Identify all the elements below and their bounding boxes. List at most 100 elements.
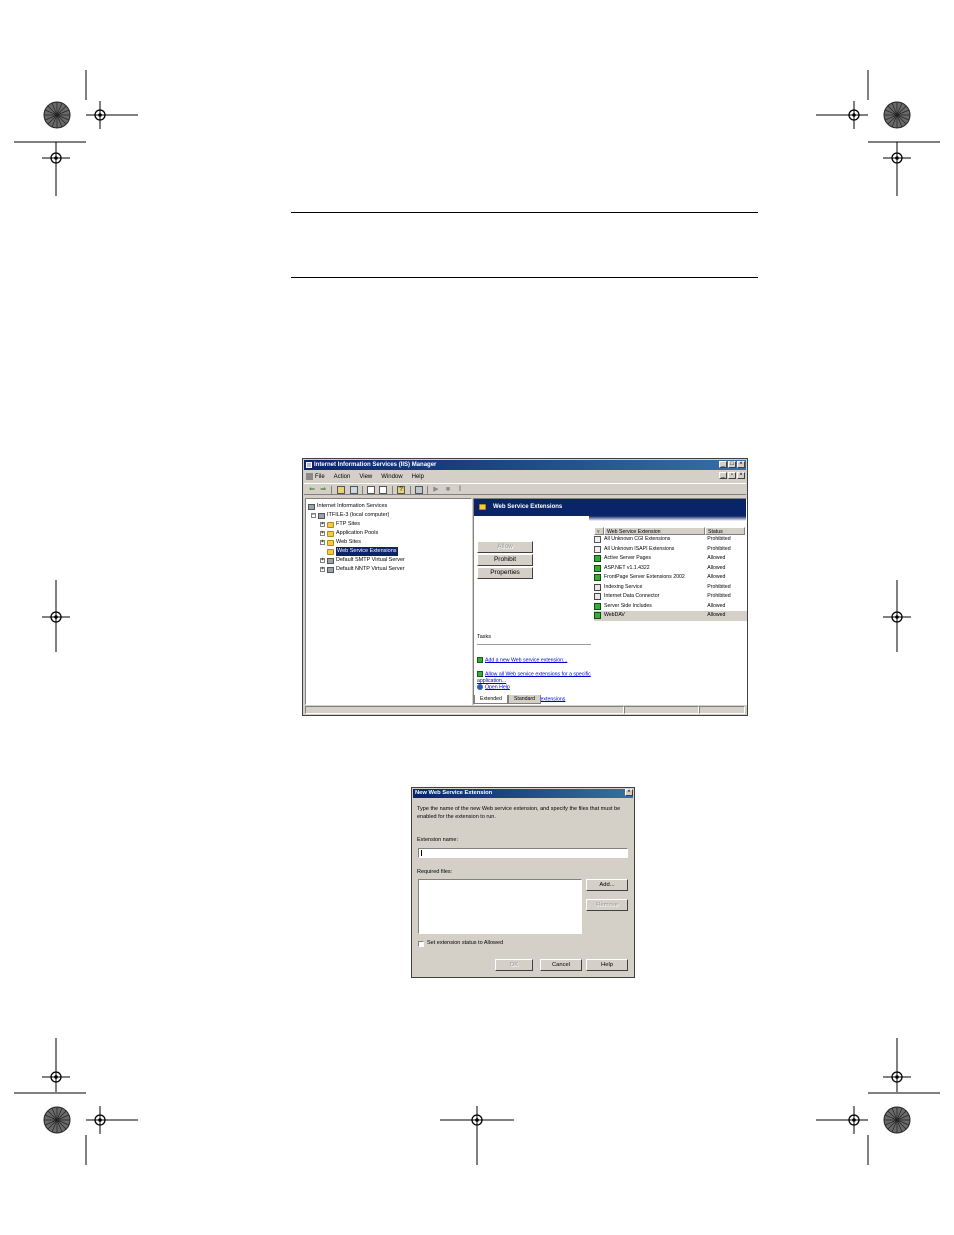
cancel-button[interactable]: Cancel: [540, 959, 582, 971]
allow-button[interactable]: Allow: [477, 541, 533, 553]
menu-window[interactable]: Window: [381, 474, 402, 480]
mdi-close-button[interactable]: ×: [737, 472, 745, 479]
tree-item-application-pools[interactable]: + Application Pools: [320, 529, 378, 538]
mdi-restore-button[interactable]: ▫: [728, 472, 736, 479]
extension-status: Prohibited: [707, 593, 731, 599]
details-pane: Web Service Extensions Allow Prohibit Pr…: [473, 498, 747, 705]
tree-item-web-sites[interactable]: + Web Sites: [320, 538, 361, 547]
extension-name: Internet Data Connector: [604, 593, 660, 599]
extension-status: Allowed: [707, 574, 726, 580]
expand-icon[interactable]: +: [320, 540, 325, 545]
task-add-extension[interactable]: Add a new Web service extension...: [477, 657, 595, 664]
expand-icon[interactable]: +: [320, 567, 325, 572]
extension-allowed-icon: [594, 574, 601, 582]
tab-standard[interactable]: Standard: [507, 695, 541, 704]
menu-action[interactable]: Action: [334, 474, 351, 480]
filter-icon: [594, 536, 601, 544]
table-row[interactable]: Active Server Pages Allowed: [594, 554, 747, 564]
table-row[interactable]: Server Side Includes Allowed: [594, 602, 747, 612]
ok-button[interactable]: OK: [495, 959, 533, 971]
remove-file-button[interactable]: Remove: [586, 899, 628, 911]
extension-status: Prohibited: [707, 545, 731, 552]
extension-name: All Unknown CGI Extensions: [604, 536, 671, 542]
close-button[interactable]: ×: [737, 461, 745, 468]
extension-allowed-icon: [594, 612, 601, 620]
allowed-checkbox-label[interactable]: Set extension status to Allowed: [427, 940, 503, 946]
table-row[interactable]: FrontPage Server Extensions 2002 Allowed: [594, 573, 747, 583]
menu-view[interactable]: View: [359, 474, 372, 480]
extension-name-label: Extension name:: [417, 837, 458, 843]
table-row[interactable]: Internet Data Connector Prohibited: [594, 592, 747, 602]
up-folder-icon[interactable]: [337, 486, 345, 494]
extension-status: Allowed: [707, 555, 726, 561]
tree-item-web-service-extensions[interactable]: Web Service Extensions: [327, 547, 398, 556]
tree-item-ftp-sites[interactable]: + FTP Sites: [320, 520, 360, 529]
sort-icon[interactable]: ▿: [594, 527, 604, 535]
prohibit-button[interactable]: Prohibit: [477, 554, 533, 566]
help-button[interactable]: Help: [586, 959, 628, 971]
column-header-status[interactable]: Status: [705, 527, 745, 535]
computer-icon[interactable]: [415, 486, 423, 494]
tree-item-smtp-server[interactable]: + Default SMTP Virtual Server: [320, 556, 405, 565]
required-files-list[interactable]: [418, 879, 582, 934]
iis-icon: [308, 503, 315, 510]
table-row[interactable]: ASP.NET v1.1.4322 Allowed: [594, 564, 747, 574]
export-list-icon[interactable]: [379, 486, 387, 494]
folder-icon: [327, 539, 334, 546]
expand-icon[interactable]: +: [320, 558, 325, 563]
tree-item-nntp-server[interactable]: + Default NNTP Virtual Server: [320, 565, 405, 574]
extension-name-input[interactable]: [418, 848, 628, 858]
window-title: Internet Information Services (IIS) Mana…: [314, 462, 437, 468]
show-hide-tree-icon[interactable]: [350, 486, 358, 494]
extension-status: Prohibited: [707, 536, 731, 542]
mmc-icon: [306, 473, 313, 480]
computer-node-icon: [318, 512, 325, 519]
extension-prohibited-icon: [594, 593, 601, 601]
extension-name: WebDAV: [604, 612, 625, 618]
back-icon[interactable]: ⇐: [308, 486, 316, 494]
toolbar: ⇐ ⇒ ? ▶ ■ ‖: [304, 483, 746, 495]
pause-icon[interactable]: ‖: [456, 486, 464, 494]
maximize-button[interactable]: □: [728, 461, 736, 468]
properties-button[interactable]: Properties: [477, 567, 533, 579]
extension-name: All Unknown ISAPI Extensions: [604, 545, 675, 552]
column-header-extension[interactable]: Web Service Extension: [604, 527, 705, 535]
properties-icon[interactable]: [367, 486, 375, 494]
folder-icon: [327, 548, 334, 555]
minimize-button[interactable]: _: [719, 461, 727, 468]
folder-icon: [479, 504, 486, 510]
table-row[interactable]: All Unknown ISAPI Extensions Prohibited: [594, 545, 747, 555]
extension-allowed-icon: [594, 564, 601, 572]
allowed-checkbox[interactable]: [418, 941, 424, 947]
stop-icon[interactable]: ■: [444, 486, 452, 494]
task-open-help[interactable]: Open Help: [477, 684, 595, 691]
status-bar: [305, 706, 745, 714]
console-tree: Internet Information Services − ITFILE-3…: [305, 498, 472, 705]
tasks-label: Tasks: [477, 634, 492, 640]
dialog-close-button[interactable]: ×: [625, 789, 633, 796]
expand-icon[interactable]: +: [320, 531, 325, 536]
help-info-icon: [477, 684, 483, 690]
nntp-server-icon: [327, 566, 334, 573]
add-file-button[interactable]: Add...: [586, 879, 628, 891]
table-row[interactable]: Indexing Service Prohibited: [594, 583, 747, 593]
tree-root[interactable]: Internet Information Services: [308, 502, 387, 511]
mdi-minimize-button[interactable]: _: [719, 472, 727, 479]
iis-manager-window: Internet Information Services (IIS) Mana…: [302, 458, 748, 716]
forward-icon[interactable]: ⇒: [319, 486, 327, 494]
start-icon[interactable]: ▶: [432, 486, 440, 494]
top-rule: [291, 212, 758, 213]
help-icon[interactable]: ?: [397, 486, 405, 494]
menu-file[interactable]: File: [315, 474, 325, 480]
tree-computer[interactable]: − ITFILE-3 (local computer): [311, 511, 389, 520]
menu-help[interactable]: Help: [412, 474, 424, 480]
required-files-label: Required files:: [417, 869, 453, 875]
collapse-icon[interactable]: −: [311, 513, 316, 518]
extension-status: Allowed: [707, 602, 726, 609]
table-row[interactable]: WebDAV Allowed: [594, 611, 747, 621]
dialog-title: New Web Service Extension: [413, 789, 633, 798]
folder-icon: [327, 530, 334, 537]
tab-extended[interactable]: Extended: [474, 695, 508, 704]
table-row[interactable]: All Unknown CGI Extensions Prohibited: [594, 535, 747, 545]
expand-icon[interactable]: +: [320, 522, 325, 527]
